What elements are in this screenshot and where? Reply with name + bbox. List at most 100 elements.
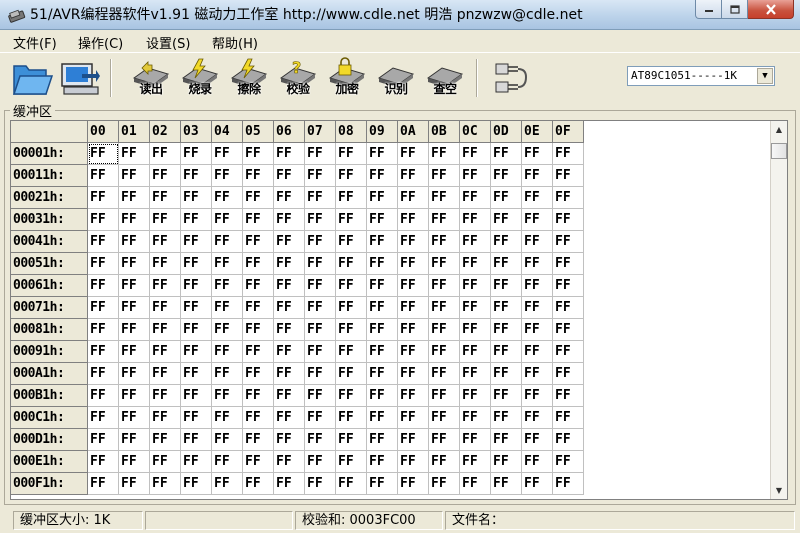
hex-cell[interactable]: FF xyxy=(336,341,367,363)
hex-cell[interactable]: FF xyxy=(429,187,460,209)
hex-cell[interactable]: FF xyxy=(119,231,150,253)
hex-cell[interactable]: FF xyxy=(553,385,584,407)
hex-cell[interactable]: FF xyxy=(522,209,553,231)
save-button[interactable] xyxy=(56,56,102,100)
hex-cell[interactable]: FF xyxy=(522,473,553,495)
hex-cell[interactable]: FF xyxy=(398,473,429,495)
hex-cell[interactable]: FF xyxy=(88,451,119,473)
hex-cell[interactable]: FF xyxy=(553,231,584,253)
hex-cell[interactable]: FF xyxy=(429,319,460,341)
hex-cell[interactable]: FF xyxy=(367,473,398,495)
hex-cell[interactable]: FF xyxy=(429,275,460,297)
hex-cell[interactable]: FF xyxy=(212,231,243,253)
hex-cell[interactable]: FF xyxy=(212,209,243,231)
hex-cell[interactable]: FF xyxy=(212,451,243,473)
hex-cell[interactable]: FF xyxy=(367,407,398,429)
hex-cell[interactable]: FF xyxy=(243,473,274,495)
chip-model-select[interactable]: AT89C1051-----1K ▼ xyxy=(627,66,775,86)
menu-help[interactable]: 帮助(H) xyxy=(209,32,261,53)
hex-cell[interactable]: FF xyxy=(305,363,336,385)
hex-cell[interactable]: FF xyxy=(181,297,212,319)
hex-cell[interactable]: FF xyxy=(429,231,460,253)
hex-cell[interactable]: FF xyxy=(119,319,150,341)
hex-cell[interactable]: FF xyxy=(367,253,398,275)
hex-cell[interactable]: FF xyxy=(181,143,212,165)
hex-cell[interactable]: FF xyxy=(553,363,584,385)
hex-cell[interactable]: FF xyxy=(305,209,336,231)
hex-cell[interactable]: FF xyxy=(150,297,181,319)
hex-cell[interactable]: FF xyxy=(150,451,181,473)
hex-cell[interactable]: FF xyxy=(460,363,491,385)
hex-cell[interactable]: FF xyxy=(305,451,336,473)
close-button[interactable] xyxy=(748,0,794,19)
hex-cell[interactable]: FF xyxy=(367,429,398,451)
hex-cell[interactable]: FF xyxy=(150,385,181,407)
hex-cell[interactable]: FF xyxy=(119,385,150,407)
hex-cell[interactable]: FF xyxy=(460,297,491,319)
hex-cell[interactable]: FF xyxy=(212,165,243,187)
hex-cell[interactable]: FF xyxy=(522,187,553,209)
hex-cell[interactable]: FF xyxy=(88,429,119,451)
hex-cell[interactable]: FF xyxy=(336,385,367,407)
title-bar[interactable]: 51/AVR编程器软件v1.91 磁动力工作室 http://www.cdle.… xyxy=(0,0,800,30)
hex-cell[interactable]: FF xyxy=(243,341,274,363)
hex-cell[interactable]: FF xyxy=(150,363,181,385)
hex-cell[interactable]: FF xyxy=(150,187,181,209)
hex-cell[interactable]: FF xyxy=(88,319,119,341)
hex-cell[interactable]: FF xyxy=(243,363,274,385)
hex-cell[interactable]: FF xyxy=(212,473,243,495)
hex-cell[interactable]: FF xyxy=(243,429,274,451)
maximize-button[interactable] xyxy=(722,0,748,19)
hex-cell[interactable]: FF xyxy=(336,209,367,231)
hex-cell[interactable]: FF xyxy=(491,407,522,429)
hex-cell[interactable]: FF xyxy=(491,297,522,319)
hex-cell[interactable]: FF xyxy=(398,451,429,473)
hex-cell[interactable]: FF xyxy=(212,319,243,341)
hex-cell[interactable]: FF xyxy=(336,319,367,341)
hex-cell[interactable]: FF xyxy=(429,363,460,385)
hex-cell[interactable]: FF xyxy=(398,429,429,451)
hex-cell[interactable]: FF xyxy=(491,319,522,341)
hex-cell[interactable]: FF xyxy=(181,231,212,253)
hex-cell[interactable]: FF xyxy=(88,143,119,165)
hex-cell[interactable]: FF xyxy=(305,429,336,451)
hex-cell[interactable]: FF xyxy=(491,341,522,363)
hex-cell[interactable]: FF xyxy=(150,209,181,231)
hex-cell[interactable]: FF xyxy=(243,231,274,253)
hex-cell[interactable]: FF xyxy=(398,187,429,209)
hex-cell[interactable]: FF xyxy=(305,275,336,297)
open-button[interactable] xyxy=(8,56,54,100)
hex-cell[interactable]: FF xyxy=(460,385,491,407)
chevron-down-icon[interactable]: ▼ xyxy=(757,68,773,84)
hex-cell[interactable]: FF xyxy=(181,363,212,385)
hex-cell[interactable]: FF xyxy=(398,165,429,187)
hex-cell[interactable]: FF xyxy=(491,143,522,165)
hex-cell[interactable]: FF xyxy=(274,143,305,165)
hex-cell[interactable]: FF xyxy=(243,407,274,429)
hex-cell[interactable]: FF xyxy=(553,429,584,451)
hex-cell[interactable]: FF xyxy=(429,143,460,165)
hex-cell[interactable]: FF xyxy=(460,231,491,253)
hex-cell[interactable]: FF xyxy=(150,275,181,297)
hex-cell[interactable]: FF xyxy=(212,297,243,319)
erase-button[interactable]: 擦除 xyxy=(226,56,272,100)
hex-cell[interactable]: FF xyxy=(119,429,150,451)
hex-cell[interactable]: FF xyxy=(243,253,274,275)
hex-cell[interactable]: FF xyxy=(553,297,584,319)
hex-cell[interactable]: FF xyxy=(150,341,181,363)
hex-cell[interactable]: FF xyxy=(522,363,553,385)
hex-cell[interactable]: FF xyxy=(243,385,274,407)
hex-cell[interactable]: FF xyxy=(305,297,336,319)
hex-cell[interactable]: FF xyxy=(398,275,429,297)
hex-cell[interactable]: FF xyxy=(181,165,212,187)
hex-cell[interactable]: FF xyxy=(398,385,429,407)
hex-cell[interactable]: FF xyxy=(150,319,181,341)
hex-cell[interactable]: FF xyxy=(119,297,150,319)
hex-cell[interactable]: FF xyxy=(243,187,274,209)
hex-cell[interactable]: FF xyxy=(367,297,398,319)
hex-cell[interactable]: FF xyxy=(522,341,553,363)
hex-cell[interactable]: FF xyxy=(460,253,491,275)
identify-button[interactable]: 识别 xyxy=(373,56,419,100)
hex-cell[interactable]: FF xyxy=(553,209,584,231)
hex-cell[interactable]: FF xyxy=(367,187,398,209)
